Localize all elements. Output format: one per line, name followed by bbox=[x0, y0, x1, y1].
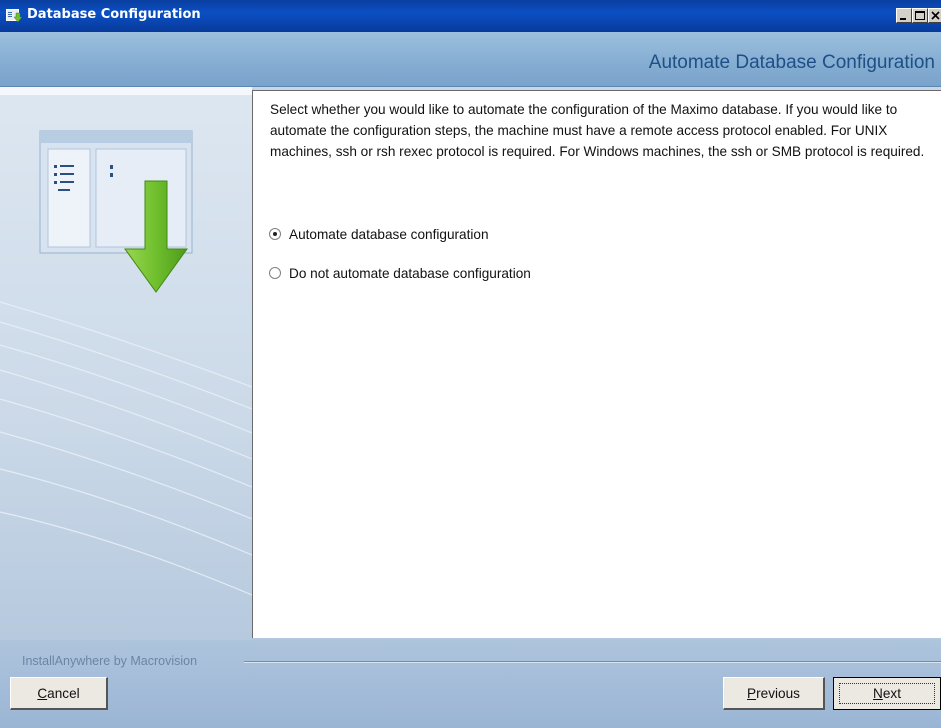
side-graphic-panel bbox=[0, 87, 252, 640]
window-title-bar[interactable]: Database Configuration bbox=[0, 0, 941, 32]
next-button[interactable]: Next bbox=[833, 677, 941, 710]
maximize-button[interactable] bbox=[912, 8, 928, 23]
close-icon bbox=[931, 11, 940, 20]
wizard-footer: InstallAnywhere by Macrovision Cancel Pr… bbox=[0, 640, 941, 728]
footer-divider bbox=[244, 661, 941, 663]
wizard-body: Select whether you would like to automat… bbox=[0, 87, 941, 640]
cancel-button-label: Cancel bbox=[37, 685, 80, 701]
minimize-icon bbox=[900, 18, 906, 20]
radio-label: Automate database configuration bbox=[289, 226, 489, 242]
radio-label: Do not automate database configuration bbox=[289, 265, 531, 281]
radio-automate-db-config[interactable] bbox=[269, 228, 281, 240]
maximize-icon bbox=[915, 11, 925, 20]
window-title: Database Configuration bbox=[27, 7, 201, 22]
previous-button-label: Previous bbox=[747, 685, 800, 701]
content-panel: Select whether you would like to automat… bbox=[252, 90, 941, 638]
installer-app-icon bbox=[6, 8, 23, 23]
focus-ring bbox=[839, 683, 935, 704]
instructions-text: Select whether you would like to automat… bbox=[270, 102, 925, 159]
close-button[interactable] bbox=[928, 8, 941, 23]
minimize-button[interactable] bbox=[896, 8, 912, 23]
cancel-button[interactable]: Cancel bbox=[10, 677, 108, 710]
step-header: Automate Database Configuration bbox=[0, 32, 941, 87]
step-title: Automate Database Configuration bbox=[648, 52, 935, 73]
radio-do-not-automate-db-config[interactable] bbox=[269, 267, 281, 279]
installer-brand-text: InstallAnywhere by Macrovision bbox=[22, 654, 198, 668]
option-automate-db-config[interactable]: Automate database configuration bbox=[269, 224, 489, 244]
previous-button[interactable]: Previous bbox=[723, 677, 825, 710]
option-do-not-automate-db-config[interactable]: Do not automate database configuration bbox=[269, 263, 531, 283]
